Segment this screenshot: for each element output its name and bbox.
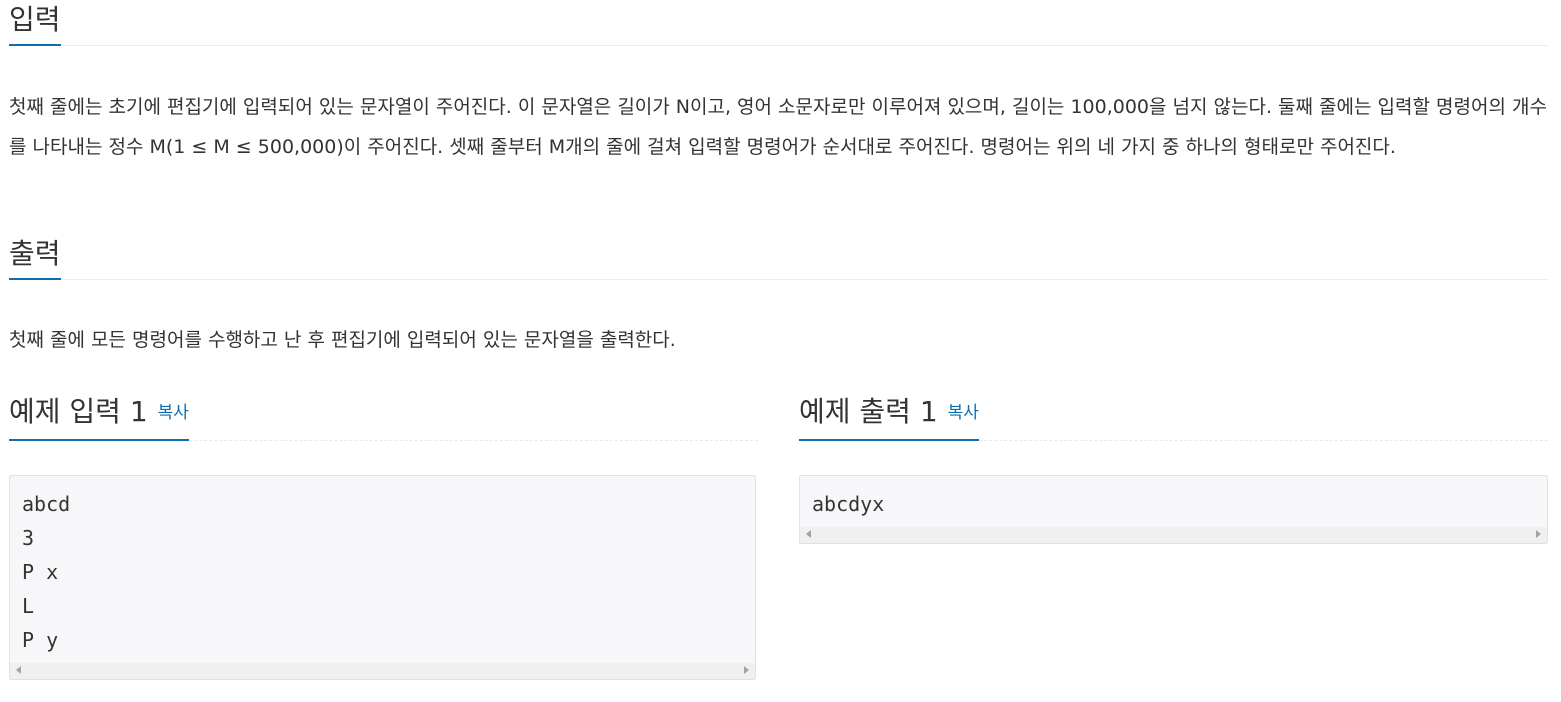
output-description: 첫째 줄에 모든 명령어를 수행하고 난 후 편집기에 입력되어 있는 문자열을…	[9, 329, 676, 351]
scroll-right-icon[interactable]	[1536, 530, 1541, 538]
sample-output-content: abcdyx	[800, 476, 1547, 527]
sample-input-title: 예제 입력 1 복사	[9, 394, 189, 441]
copy-output-button[interactable]: 복사	[948, 403, 979, 423]
sample-output-line: abcdyx	[812, 492, 885, 516]
sample-input-box[interactable]: abcd 3 P x L P y	[9, 475, 756, 680]
scroll-left-icon[interactable]	[806, 530, 811, 538]
scroll-right-icon[interactable]	[744, 666, 749, 674]
sample-input-line: P x	[22, 560, 59, 584]
scroll-left-icon[interactable]	[16, 666, 21, 674]
input-section-title: 입력	[9, 6, 61, 46]
sample-input-content: abcd 3 P x L P y	[10, 476, 755, 663]
sample-input-scrollbar[interactable]	[10, 663, 755, 679]
output-section-header: 출력	[9, 240, 1549, 280]
output-section-title: 출력	[9, 240, 61, 280]
sample-output-scrollbar[interactable]	[800, 527, 1547, 543]
sample-input-line: abcd	[22, 492, 71, 516]
sample-output-box[interactable]: abcdyx	[799, 475, 1548, 544]
sample-input-panel: 예제 입력 1 복사 abcd 3 P x L P y	[9, 393, 758, 680]
input-section-header: 입력	[9, 6, 1549, 46]
sample-input-line: P y	[22, 628, 59, 652]
sample-output-panel: 예제 출력 1 복사 abcdyx	[799, 393, 1548, 544]
sample-input-title-text: 예제 입력 1	[9, 395, 148, 428]
problem-page: 입력 첫째 줄에는 초기에 편집기에 입력되어 있는 문자열이 주어진다. 이 …	[0, 0, 1561, 702]
sample-input-line: L	[22, 594, 35, 618]
sample-input-header: 예제 입력 1 복사	[9, 393, 758, 441]
input-description: 첫째 줄에는 초기에 편집기에 입력되어 있는 문자열이 주어진다. 이 문자열…	[9, 96, 1547, 158]
sample-input-line: 3	[22, 526, 35, 550]
copy-input-button[interactable]: 복사	[158, 403, 189, 423]
sample-output-title: 예제 출력 1 복사	[799, 394, 979, 441]
sample-output-title-text: 예제 출력 1	[799, 395, 938, 428]
sample-output-header: 예제 출력 1 복사	[799, 393, 1548, 441]
